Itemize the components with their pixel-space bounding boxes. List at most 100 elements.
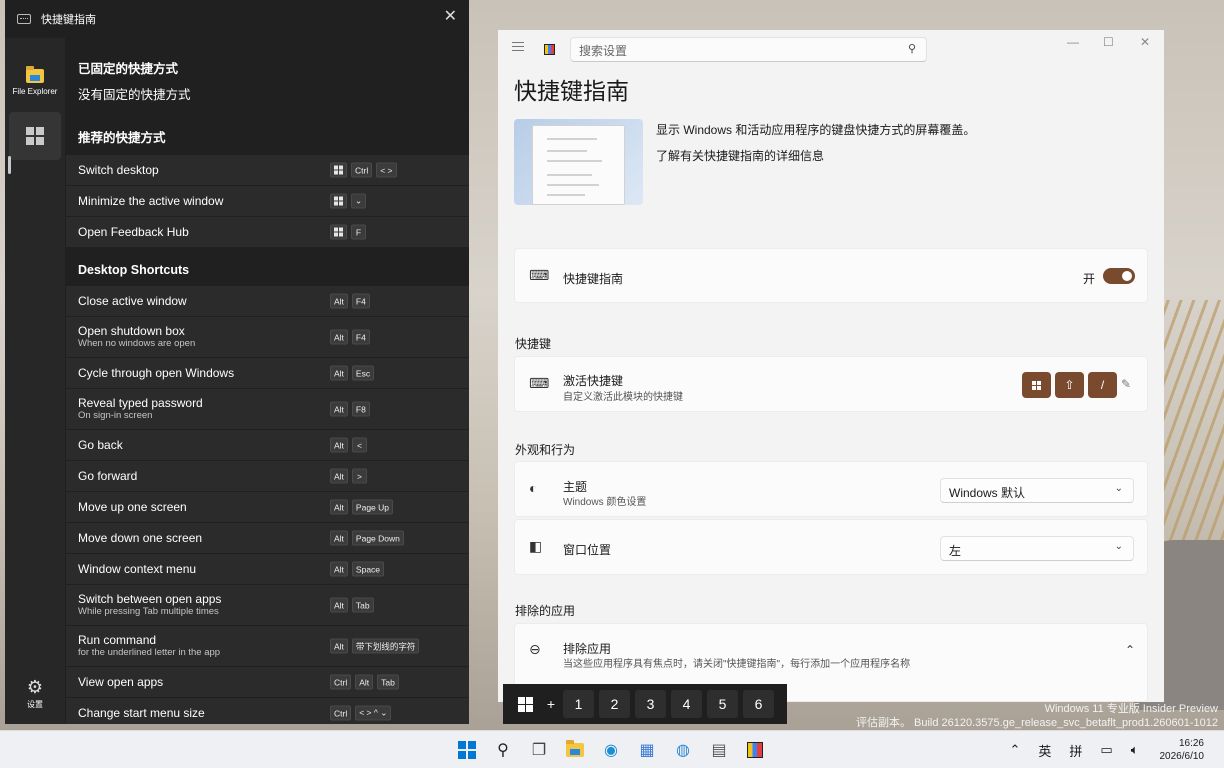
key-cap: Tab (377, 674, 399, 690)
position-dropdown[interactable]: 左 ⌄ (940, 536, 1134, 561)
chevron-down-icon: ⌄ (1114, 541, 1123, 552)
shortcut-label: Move up one screen (78, 500, 187, 514)
shortcut-row[interactable]: Change start menu size Ctrl < > ^ ⌄ (66, 698, 469, 724)
minus-circle-icon: ⊖ (529, 641, 541, 657)
store-icon[interactable]: ▦ (635, 738, 659, 762)
settings-window: 搜索设置 ⚲ — ☐ ✕ 快捷键指南 显示 Windows 和活动应用程序的键盘… (498, 30, 1164, 702)
overlay-header: 快捷键指南 ✕ (5, 0, 469, 38)
keyboard-app-icon (17, 14, 31, 24)
key-combo: Ctrl < > ^ ⌄ (330, 705, 469, 721)
maximize-icon[interactable]: ☐ (1103, 35, 1114, 49)
key-cap: Alt (330, 638, 348, 654)
rail-item-windows[interactable] (9, 112, 61, 160)
file-explorer-icon[interactable] (563, 738, 587, 762)
key-combo: Alt Page Up (330, 499, 469, 515)
chevron-up-icon[interactable]: ⌃ (1125, 643, 1135, 657)
ime-mode[interactable]: 拼 (1069, 741, 1082, 760)
activation-shortcut-card: ⌨ 激活快捷键 自定义激活此模块的快捷键 ⇧ / ✎ (514, 356, 1148, 412)
shortcut-row[interactable]: Minimize the active window ⌄ (66, 186, 469, 217)
theme-dropdown[interactable]: Windows 默认 ⌄ (940, 478, 1134, 503)
rail-item-settings[interactable]: ⚙ 设置 (9, 674, 61, 714)
shortcut-row[interactable]: Cycle through open Windows Alt Esc (66, 358, 469, 389)
key-cap: Alt (330, 293, 348, 309)
module-description: 显示 Windows 和活动应用程序的键盘快捷方式的屏幕覆盖。 (656, 123, 976, 137)
ime-language[interactable]: 英 (1038, 741, 1051, 760)
shortcut-row[interactable]: View open apps Ctrl Alt Tab (66, 667, 469, 698)
taskbar-number: 1 (563, 690, 594, 718)
key-cap: Alt (330, 530, 348, 546)
settings-titlebar: 搜索设置 ⚲ — ☐ ✕ (498, 30, 1164, 70)
pinned-empty-note: 没有固定的快捷方式 (78, 88, 191, 102)
recommended-heading: 推荐的快捷方式 (78, 131, 166, 145)
shortcut-row[interactable]: Move down one screen Alt Page Down (66, 523, 469, 554)
windows-key-icon (511, 690, 539, 718)
powertoys-icon[interactable] (743, 738, 767, 762)
shortcut-row[interactable]: Run command for the underlined letter in … (66, 626, 469, 667)
shortcut-sublabel: When no windows are open (78, 338, 196, 349)
shortcut-row[interactable]: Go forward Alt > (66, 461, 469, 492)
shortcut-group-heading: 快捷键 (515, 337, 552, 351)
key-cap: < > (376, 162, 397, 178)
key-cap: Alt (330, 365, 348, 381)
chevron-up-icon[interactable]: ⌃ (1009, 742, 1020, 758)
edit-pencil-icon[interactable]: ✎ (1121, 377, 1131, 391)
key-combo: F (330, 224, 469, 240)
hamburger-menu-icon[interactable] (512, 42, 524, 54)
key-cap: Esc (351, 365, 375, 381)
shortcut-row[interactable]: Switch between open apps While pressing T… (66, 585, 469, 626)
key-combo: Alt F4 (330, 329, 469, 345)
shortcut-label: Switch between open apps (78, 592, 222, 606)
key-cap: Alt (330, 437, 348, 453)
minimize-icon[interactable]: — (1067, 35, 1079, 49)
key-combo: Alt Space (330, 561, 469, 577)
rail-item-file-explorer[interactable]: File Explorer (9, 58, 61, 106)
network-icon[interactable]: ▭ (1100, 742, 1112, 758)
shortcut-row[interactable]: Open Feedback Hub F (66, 217, 469, 248)
close-icon[interactable]: ✕ (444, 6, 457, 26)
shortcut-row[interactable]: Go back Alt < (66, 430, 469, 461)
clock[interactable]: 16:26 2026/6/10 (1160, 737, 1205, 763)
shortcut-sublabel: for the underlined letter in the app (78, 647, 221, 658)
globe-app-icon[interactable]: ◍ (671, 738, 695, 762)
desktop-heading: Desktop Shortcuts (78, 263, 190, 277)
edge-browser-icon[interactable]: ◉ (599, 738, 623, 762)
search-icon[interactable]: ⚲ (491, 738, 515, 762)
theme-card: ◐ 主题 Windows 颜色设置 Windows 默认 ⌄ (514, 461, 1148, 517)
gear-icon: ⚙ (26, 677, 44, 697)
key-cap: Tab (351, 597, 374, 613)
wallpaper-grass (1154, 300, 1224, 560)
powertoys-app-icon (544, 44, 555, 55)
enable-toggle[interactable] (1103, 268, 1135, 284)
shortcut-row[interactable]: Close active window Alt F4 (66, 286, 469, 317)
taskbar-number-strip: + 1 2 3 4 5 6 (503, 684, 787, 724)
shortcut-row[interactable]: Move up one screen Alt Page Up (66, 492, 469, 523)
shortcut-row[interactable]: Open shutdown box When no windows are ope… (66, 317, 469, 358)
position-card: ◧ 窗口位置 左 ⌄ (514, 519, 1148, 575)
search-input[interactable]: 搜索设置 ⚲ (570, 37, 927, 62)
key-cap: < (351, 437, 367, 453)
windows-key-icon (330, 224, 347, 240)
hero-image (514, 119, 643, 205)
shortcut-row[interactable]: Window context menu Alt Space (66, 554, 469, 585)
search-icon: ⚲ (907, 43, 916, 55)
window-position-icon: ◧ (529, 538, 543, 554)
key-cap: F4 (351, 293, 370, 309)
key-combo: Alt < (330, 437, 469, 453)
key-combo: Alt F4 (330, 293, 469, 309)
key-combo: Alt > (330, 468, 469, 484)
shortcut-label: Go back (78, 438, 123, 452)
shortcut-row[interactable]: Reveal typed password On sign-in screen Al… (66, 389, 469, 430)
shortcut-row[interactable]: Switch desktop Ctrl < > (66, 155, 469, 186)
pinned-heading: 已固定的快捷方式 (78, 62, 179, 76)
task-view-icon[interactable]: ❐ (527, 738, 551, 762)
close-icon[interactable]: ✕ (1140, 35, 1150, 49)
key-cap: Alt (330, 561, 348, 577)
volume-icon[interactable]: 🔈︎ (1131, 742, 1139, 758)
shortcut-label: Open shutdown box (78, 324, 185, 338)
shortcut-label: Cycle through open Windows (78, 366, 235, 380)
key-cap: < > ^ ⌄ (355, 705, 392, 721)
calculator-icon[interactable]: ▤ (707, 738, 731, 762)
start-button[interactable] (455, 738, 479, 762)
learn-more-link[interactable]: 了解有关快捷键指南的详细信息 (656, 147, 824, 164)
key-combo: Alt Esc (330, 365, 469, 381)
